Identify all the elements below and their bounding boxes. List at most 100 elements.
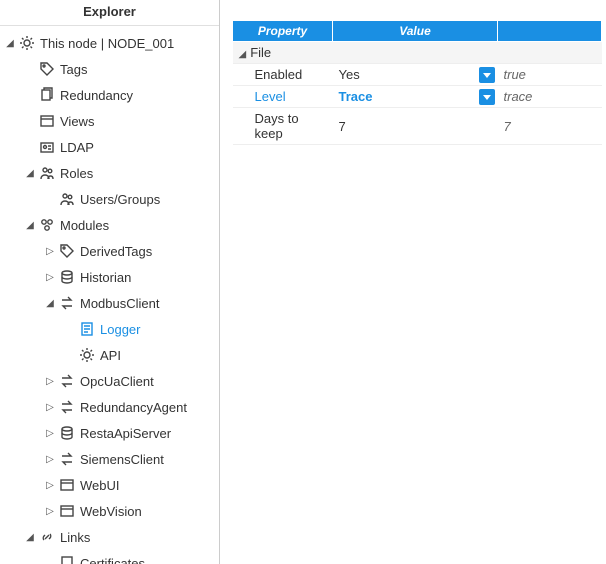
expand-icon[interactable]: ▷ xyxy=(44,246,56,257)
explorer-tree: ◢This node | NODE_001◢Tags◢Redundancy◢Vi… xyxy=(0,26,219,564)
explorer-title: Explorer xyxy=(0,0,219,26)
expand-icon[interactable]: ▷ xyxy=(44,454,56,465)
tree-node-roles[interactable]: ◢ Roles xyxy=(2,160,219,186)
id-icon xyxy=(38,138,56,156)
property-row: Days to keep77 xyxy=(233,108,602,145)
log-icon xyxy=(78,320,96,338)
tree-node-label: RedundancyAgent xyxy=(80,400,187,415)
tree-node-tags[interactable]: ◢Tags xyxy=(2,56,219,82)
tree-node-label: This node | NODE_001 xyxy=(40,36,174,51)
property-real-value: trace xyxy=(498,86,602,108)
expand-icon[interactable]: ▷ xyxy=(44,428,56,439)
db-icon xyxy=(58,424,76,442)
gear-icon xyxy=(18,34,36,52)
tree-node-label: Historian xyxy=(80,270,131,285)
tree-node-users-groups[interactable]: ◢Users/Groups xyxy=(2,186,219,212)
tree-node-views[interactable]: ◢Views xyxy=(2,108,219,134)
tree-node-ldap[interactable]: ◢LDAP xyxy=(2,134,219,160)
tree-node-label: Users/Groups xyxy=(80,192,160,207)
tree-node-label: Logger xyxy=(100,322,140,337)
collapse-icon[interactable]: ◢ xyxy=(239,49,247,60)
explorer-panel: Explorer ◢This node | NODE_001◢Tags◢Redu… xyxy=(0,0,220,564)
db-icon xyxy=(58,268,76,286)
expand-icon[interactable]: ▷ xyxy=(44,272,56,283)
tree-node-label: Modules xyxy=(60,218,109,233)
copy-icon xyxy=(38,86,56,104)
property-value-cell[interactable]: Yes xyxy=(333,64,498,86)
tree-node-label: Certificates xyxy=(80,556,145,564)
tree-node-label: ModbusClient xyxy=(80,296,160,311)
expand-icon[interactable]: ▷ xyxy=(44,480,56,491)
collapse-icon[interactable]: ◢ xyxy=(24,220,36,231)
tree-node-logger[interactable]: ◢Logger xyxy=(2,316,219,342)
properties-panel: Property Value ◢FileEnabledYestrueLevelT… xyxy=(220,0,606,564)
tree-node-this-node-node-001[interactable]: ◢ This node | NODE_001 xyxy=(2,30,219,56)
tag-icon xyxy=(58,242,76,260)
group-label: File xyxy=(250,45,271,60)
collapse-icon[interactable]: ◢ xyxy=(24,532,36,543)
tree-node-label: LDAP xyxy=(60,140,94,155)
gear-icon xyxy=(78,346,96,364)
tree-node-label: DerivedTags xyxy=(80,244,152,259)
property-name: Days to keep xyxy=(233,108,333,145)
tree-node-label: WebUI xyxy=(80,478,120,493)
property-value: Yes xyxy=(339,67,360,82)
property-value-cell[interactable]: 7 xyxy=(333,108,498,145)
expand-icon[interactable]: ▷ xyxy=(44,402,56,413)
tag-icon xyxy=(38,60,56,78)
users-icon xyxy=(58,190,76,208)
tree-node-modules[interactable]: ◢ Modules xyxy=(2,212,219,238)
tree-node-webui[interactable]: ▷ WebUI xyxy=(2,472,219,498)
collapse-icon[interactable]: ◢ xyxy=(4,38,16,49)
tree-node-label: WebVision xyxy=(80,504,142,519)
swap-icon xyxy=(58,372,76,390)
property-real-value: 7 xyxy=(498,108,602,145)
properties-table: Property Value ◢FileEnabledYestrueLevelT… xyxy=(232,20,602,145)
tree-node-modbusclient[interactable]: ◢ ModbusClient xyxy=(2,290,219,316)
tree-node-historian[interactable]: ▷ Historian xyxy=(2,264,219,290)
tree-node-siemensclient[interactable]: ▷ SiemensClient xyxy=(2,446,219,472)
tree-node-label: SiemensClient xyxy=(80,452,164,467)
property-name: Level xyxy=(233,86,333,108)
tree-node-label: Views xyxy=(60,114,94,129)
link-icon xyxy=(38,528,56,546)
tree-node-restaapiserver[interactable]: ▷ RestaApiServer xyxy=(2,420,219,446)
tree-node-certificates[interactable]: ◢Certificates xyxy=(2,550,219,564)
property-group-row[interactable]: ◢File xyxy=(233,42,602,64)
property-row: Level Trace trace xyxy=(233,86,602,108)
property-row: Enabled Yes true xyxy=(233,64,602,86)
users-icon xyxy=(38,164,56,182)
tree-node-label: API xyxy=(100,348,121,363)
col-value[interactable]: Value xyxy=(333,21,498,42)
expand-icon[interactable]: ▷ xyxy=(44,506,56,517)
col-property[interactable]: Property xyxy=(233,21,333,42)
col-real[interactable] xyxy=(498,21,602,42)
property-value-cell[interactable]: Trace xyxy=(333,86,498,108)
window-icon xyxy=(38,112,56,130)
collapse-icon[interactable]: ◢ xyxy=(44,298,56,309)
property-real-value: true xyxy=(498,64,602,86)
tree-node-label: Tags xyxy=(60,62,87,77)
tree-node-redundancyagent[interactable]: ▷ RedundancyAgent xyxy=(2,394,219,420)
expand-icon[interactable]: ▷ xyxy=(44,376,56,387)
collapse-icon[interactable]: ◢ xyxy=(24,168,36,179)
tree-node-label: OpcUaClient xyxy=(80,374,154,389)
tree-node-redundancy[interactable]: ◢Redundancy xyxy=(2,82,219,108)
tree-node-label: RestaApiServer xyxy=(80,426,171,441)
property-value: Trace xyxy=(339,89,373,104)
swap-icon xyxy=(58,450,76,468)
tree-node-derivedtags[interactable]: ▷ DerivedTags xyxy=(2,238,219,264)
cert-icon xyxy=(58,554,76,564)
tree-node-label: Roles xyxy=(60,166,93,181)
tree-node-label: Redundancy xyxy=(60,88,133,103)
tree-node-opcuaclient[interactable]: ▷ OpcUaClient xyxy=(2,368,219,394)
tree-node-api[interactable]: ◢API xyxy=(2,342,219,368)
swap-icon xyxy=(58,294,76,312)
tree-node-links[interactable]: ◢Links xyxy=(2,524,219,550)
dropdown-icon[interactable] xyxy=(479,89,495,105)
window-icon xyxy=(58,502,76,520)
dropdown-icon[interactable] xyxy=(479,67,495,83)
property-name: Enabled xyxy=(233,64,333,86)
tree-node-webvision[interactable]: ▷ WebVision xyxy=(2,498,219,524)
swap-icon xyxy=(58,398,76,416)
